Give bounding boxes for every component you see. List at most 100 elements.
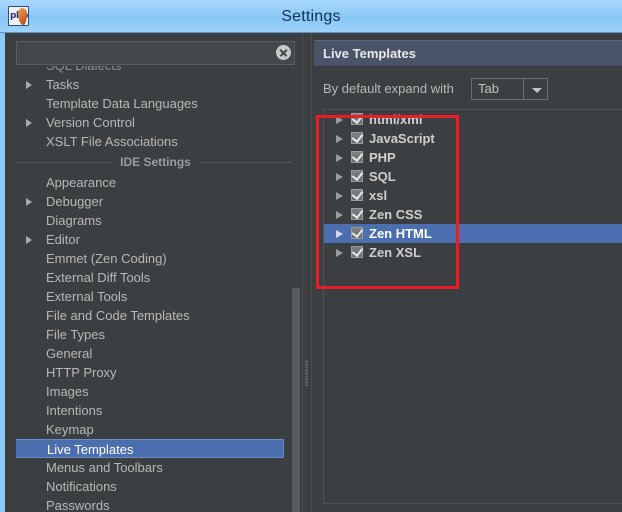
tree-section-label: IDE Settings [120, 155, 191, 169]
tree-item-label: Appearance [46, 175, 117, 190]
chevron-glyph [532, 88, 542, 93]
expand-with-value: Tab [478, 81, 499, 96]
expand-arrow-icon[interactable] [336, 211, 343, 219]
expand-arrow-icon[interactable] [336, 249, 343, 257]
tree-item-label: External Tools [46, 289, 128, 304]
expand-arrow-icon[interactable] [336, 230, 343, 238]
check-icon [351, 149, 364, 163]
template-group-row[interactable]: html/xml [324, 110, 622, 129]
tree-item-editor[interactable]: Editor [16, 230, 295, 249]
tree-item-label: File Types [46, 327, 106, 342]
expand-arrow-icon[interactable] [26, 198, 32, 206]
splitter-edge-right [311, 33, 312, 512]
tree-item-label: External Diff Tools [46, 270, 151, 285]
template-group-label: Zen CSS [369, 207, 423, 222]
check-icon [351, 244, 364, 258]
pane-splitter[interactable] [300, 33, 314, 512]
tree-item-general[interactable]: General [16, 344, 295, 363]
scrollbar-thumb[interactable] [292, 288, 300, 512]
splitter-grip-icon[interactable] [305, 360, 308, 386]
tree-item-live-templates[interactable]: Live Templates [16, 439, 284, 458]
tree-item-template-data-languages[interactable]: Template Data Languages [16, 94, 295, 113]
separator-line-left [16, 162, 112, 163]
tree-item-version-control[interactable]: Version Control [16, 113, 295, 132]
group-checkbox[interactable] [351, 225, 364, 239]
tree-item-label: HTTP Proxy [46, 365, 117, 380]
template-group-row[interactable]: PHP [324, 148, 622, 167]
tree-item-notifications[interactable]: Notifications [16, 477, 295, 496]
title-bar: php Settings [0, 0, 622, 33]
tree-item-xslt-file-associations[interactable]: XSLT File Associations [16, 132, 295, 151]
tree-item-label: File and Code Templates [46, 308, 190, 323]
tree-item-images[interactable]: Images [16, 382, 295, 401]
tree-item-label: Passwords [46, 498, 110, 512]
expand-with-row: By default expand with Tab [323, 75, 618, 103]
template-group-label: JavaScript [369, 131, 435, 146]
check-icon [351, 168, 364, 182]
tree-item-menus-and-toolbars[interactable]: Menus and Toolbars [16, 458, 295, 477]
tree-item-label: Intentions [46, 403, 103, 418]
settings-tree-scrollbar[interactable] [291, 66, 300, 512]
group-checkbox[interactable] [351, 187, 364, 201]
group-checkbox[interactable] [351, 130, 364, 144]
search-box[interactable] [16, 41, 295, 65]
expand-arrow-icon[interactable] [336, 135, 343, 143]
template-group-label: SQL [369, 169, 396, 184]
tree-item-sql-dialects[interactable]: SQL Dialects [16, 66, 295, 75]
expand-arrow-icon[interactable] [336, 154, 343, 162]
template-group-label: xsl [369, 188, 388, 203]
clear-search-icon[interactable] [276, 45, 291, 60]
window-title: Settings [281, 8, 341, 25]
template-group-row[interactable]: JavaScript [324, 129, 622, 148]
tree-item-label: Images [46, 384, 89, 399]
expand-with-select[interactable]: Tab [471, 78, 524, 100]
tree-item-label: General [46, 346, 93, 361]
settings-tree[interactable]: SQL Dialects Tasks Template Data Languag… [16, 66, 295, 512]
check-icon [351, 111, 364, 125]
group-checkbox[interactable] [351, 168, 364, 182]
tree-item-file-and-code-templates[interactable]: File and Code Templates [16, 306, 295, 325]
template-group-row[interactable]: Zen CSS [324, 205, 622, 224]
expand-arrow-icon[interactable] [26, 236, 32, 244]
tree-item-appearance[interactable]: Appearance [16, 173, 295, 192]
template-group-row[interactable]: SQL [324, 167, 622, 186]
tree-item-keymap[interactable]: Keymap [16, 420, 295, 439]
tree-item-debugger[interactable]: Debugger [16, 192, 295, 211]
group-checkbox[interactable] [351, 206, 364, 220]
tree-item-label: Editor [46, 232, 80, 247]
panel-title: Live Templates [323, 46, 416, 61]
check-icon [351, 130, 364, 144]
template-groups-list[interactable]: html/xml JavaScript PHP SQL xsl Zen CSS … [323, 109, 622, 504]
expand-arrow-icon[interactable] [26, 119, 32, 127]
group-checkbox[interactable] [351, 244, 364, 258]
expand-arrow-icon[interactable] [336, 173, 343, 181]
expand-arrow-icon[interactable] [26, 81, 32, 89]
template-group-label: html/xml [369, 112, 423, 127]
tree-item-emmet[interactable]: Emmet (Zen Coding) [16, 249, 295, 268]
template-group-row-selected[interactable]: Zen HTML [324, 224, 622, 243]
expand-arrow-icon[interactable] [336, 192, 343, 200]
live-templates-pane: Live Templates By default expand with Ta… [314, 33, 622, 512]
group-checkbox[interactable] [351, 111, 364, 125]
tree-section-ide-settings: IDE Settings [16, 151, 295, 173]
tree-item-http-proxy[interactable]: HTTP Proxy [16, 363, 295, 382]
template-group-row[interactable]: xsl [324, 186, 622, 205]
tree-item-external-tools[interactable]: External Tools [16, 287, 295, 306]
chevron-down-icon[interactable] [524, 78, 548, 100]
group-checkbox[interactable] [351, 149, 364, 163]
tree-item-intentions[interactable]: Intentions [16, 401, 295, 420]
tree-item-external-diff-tools[interactable]: External Diff Tools [16, 268, 295, 287]
tree-item-tasks[interactable]: Tasks [16, 75, 295, 94]
tree-item-label: Template Data Languages [46, 96, 198, 111]
check-icon [351, 187, 364, 201]
tree-item-label: Diagrams [46, 213, 102, 228]
tree-item-file-types[interactable]: File Types [16, 325, 295, 344]
tree-item-label: SQL Dialects [46, 66, 121, 73]
check-icon [351, 206, 364, 220]
search-input[interactable] [21, 42, 271, 64]
tree-item-passwords[interactable]: Passwords [16, 496, 295, 512]
template-group-row[interactable]: Zen XSL [324, 243, 622, 262]
tree-item-diagrams[interactable]: Diagrams [16, 211, 295, 230]
expand-arrow-icon[interactable] [336, 116, 343, 124]
check-icon [351, 225, 364, 239]
